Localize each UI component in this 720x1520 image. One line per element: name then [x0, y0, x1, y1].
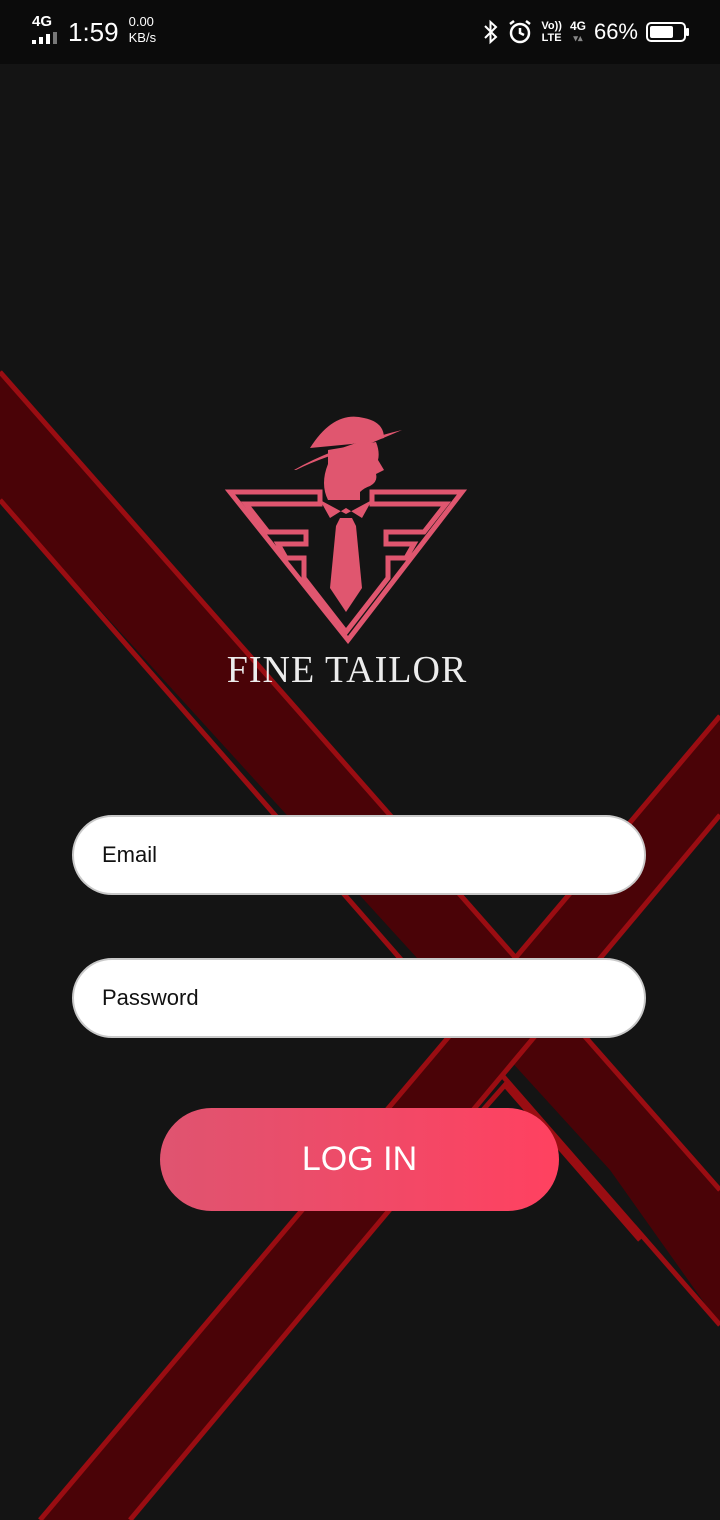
network-type: 4G: [32, 13, 53, 30]
volte-indicator: Vo)) LTE: [541, 20, 562, 44]
signal-icon: [32, 32, 57, 44]
battery-icon: [646, 22, 689, 42]
network-indicator: 4G: [30, 14, 62, 44]
password-field[interactable]: [72, 958, 646, 1038]
network-type-secondary: 4G ▾▴: [570, 20, 586, 44]
speed-value: 0.00: [128, 14, 154, 29]
clock: 1:59: [68, 17, 119, 47]
network-type-secondary-label: 4G: [569, 19, 586, 33]
alarm-icon: [509, 20, 532, 44]
password-input[interactable]: [74, 960, 644, 1036]
volte-bottom: LTE: [541, 32, 562, 44]
status-right: Vo)) LTE 4G ▾▴ 66%: [483, 14, 690, 50]
email-field[interactable]: [72, 815, 646, 895]
fine-tailor-logo: [224, 416, 468, 644]
status-bar: 4G 1:59 0.00 KB/s Vo)) LTE 4G ▾▴ 66%: [0, 0, 720, 64]
status-left: 4G 1:59 0.00 KB/s: [30, 14, 156, 50]
speed-unit: KB/s: [128, 30, 157, 45]
volte-top: Vo)): [541, 20, 562, 32]
email-input[interactable]: [74, 817, 644, 893]
bluetooth-icon: [484, 19, 498, 45]
network-speed: 0.00 KB/s: [129, 14, 156, 46]
login-button[interactable]: LOG IN: [160, 1108, 559, 1211]
data-arrows-icon: ▾▴: [573, 33, 583, 43]
brand-name: FINE TAILOR: [226, 649, 468, 691]
background-stripes: [0, 370, 720, 1520]
battery-percent: 66%: [593, 19, 638, 44]
